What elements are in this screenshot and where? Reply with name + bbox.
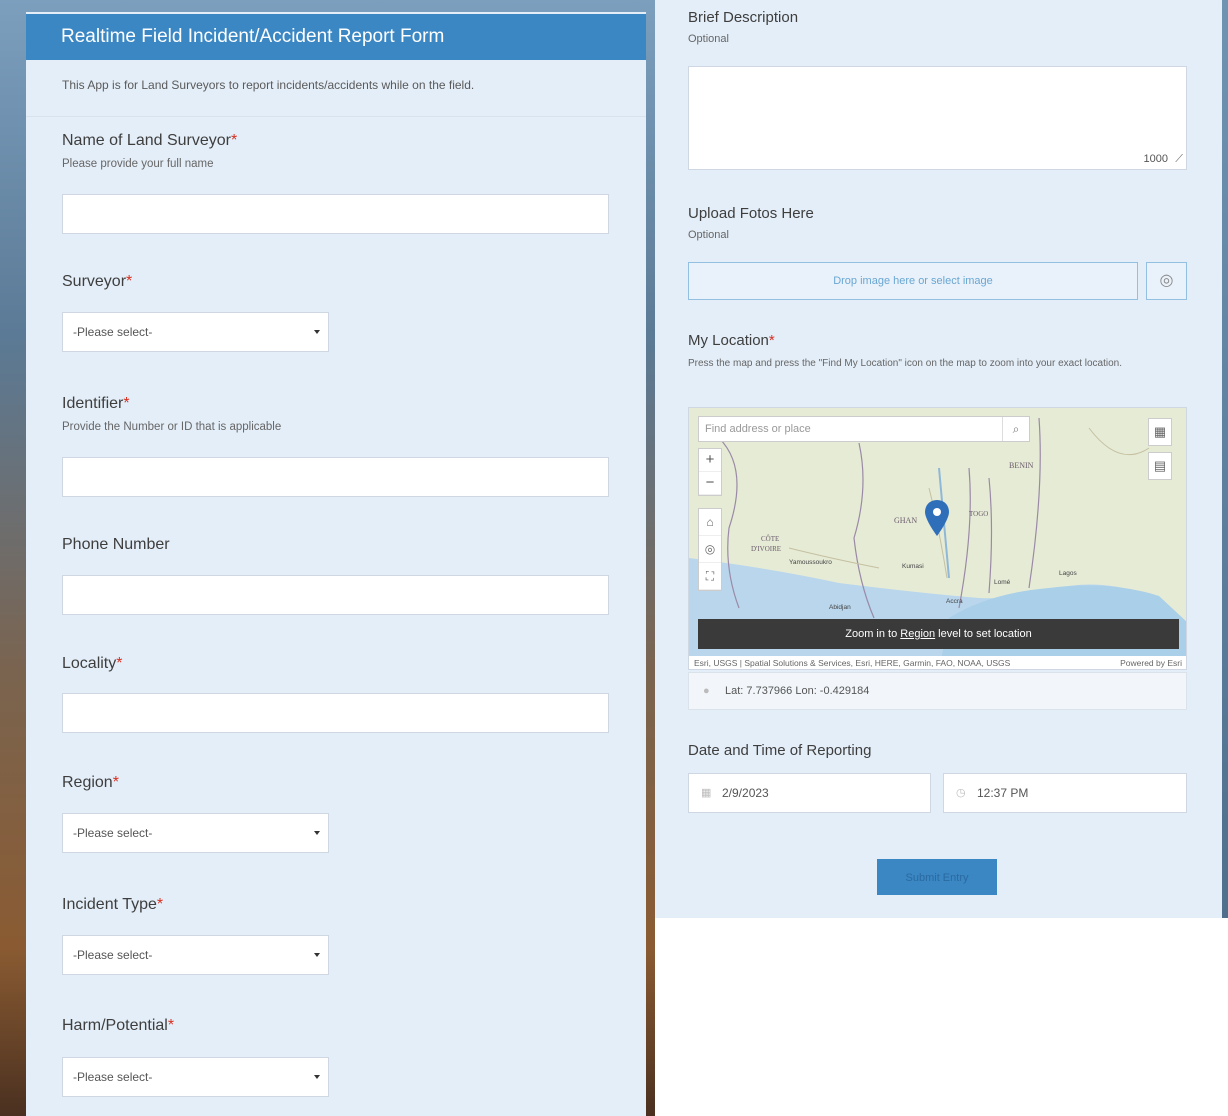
pin-icon: ●	[703, 685, 710, 697]
map-label-kumasi: Kumasi	[902, 563, 924, 570]
map-attribution: Esri, USGS | Spatial Solutions & Service…	[689, 656, 1186, 669]
map-label-cote: CÔTE	[761, 535, 779, 543]
incident-type-label: Incident Type*	[62, 896, 164, 913]
locality-input[interactable]	[62, 693, 609, 733]
map-label-ghana: GHAN	[894, 516, 917, 525]
phone-input[interactable]	[62, 575, 609, 615]
form-panel-right: Brief Description Optional 1000 ⟋ Upload…	[655, 0, 1222, 918]
map-label-accra: Accra	[946, 598, 963, 605]
zoom-in-button[interactable]: +	[699, 449, 721, 472]
form-description: This App is for Land Surveyors to report…	[62, 78, 475, 92]
identifier-label: Identifier*	[62, 395, 130, 412]
photos-hint: Optional	[688, 229, 729, 241]
coordinates-display: ● Lat: 7.737966 Lon: -0.429184	[688, 672, 1187, 710]
name-hint: Please provide your full name	[62, 158, 214, 170]
identifier-hint: Provide the Number or ID that is applica…	[62, 421, 282, 433]
attribution-text: Esri, USGS | Spatial Solutions & Service…	[694, 658, 1011, 668]
zoom-out-button[interactable]: −	[699, 472, 721, 495]
image-dropzone[interactable]: Drop image here or select image	[688, 262, 1138, 300]
map-label-lagos: Lagos	[1059, 570, 1077, 577]
surveyor-selected-value: -Please select-	[73, 325, 153, 339]
form-panel-left: Realtime Field Incident/Accident Report …	[26, 12, 646, 1116]
phone-label: Phone Number	[62, 536, 170, 553]
clock-icon: ◷	[956, 787, 966, 799]
surveyor-label: Surveyor*	[62, 273, 133, 290]
location-hint: Press the map and press the "Find My Loc…	[688, 358, 1122, 369]
map-label-yamoussoukro: Yamoussoukro	[789, 559, 832, 566]
form-title: Realtime Field Incident/Accident Report …	[26, 14, 646, 60]
character-counter: 1000	[1143, 153, 1168, 165]
basemap-gallery-icon[interactable]: ▦	[1148, 418, 1172, 446]
camera-icon: ◎	[1159, 272, 1174, 289]
region-label: Region*	[62, 774, 119, 791]
date-input[interactable]: ▦ 2/9/2023	[688, 773, 931, 813]
divider	[26, 116, 646, 117]
photos-label: Upload Fotos Here	[688, 205, 814, 222]
description-hint: Optional	[688, 33, 729, 45]
zoom-banner: Zoom in to Region level to set location	[698, 619, 1179, 649]
map-tools: ⌂ ◎ ⛶	[698, 508, 722, 591]
map-search-placeholder: Find address or place	[705, 423, 811, 435]
submit-button[interactable]: Submit Entry	[877, 859, 997, 895]
name-label: Name of Land Surveyor*	[62, 132, 238, 149]
region-select[interactable]: -Please select-	[62, 813, 329, 853]
datetime-label: Date and Time of Reporting	[688, 742, 872, 759]
camera-button[interactable]: ◎	[1146, 262, 1187, 300]
zoom-control: + −	[698, 448, 722, 496]
powered-by-esri[interactable]: Powered by Esri	[1120, 656, 1182, 669]
description-label: Brief Description	[688, 9, 799, 26]
date-value: 2/9/2023	[722, 786, 769, 800]
location-label: My Location*	[688, 332, 775, 349]
banner-text: Zoom in to	[845, 628, 901, 640]
resize-handle-icon[interactable]: ⟋	[1175, 153, 1183, 166]
harm-selected-value: -Please select-	[73, 1070, 153, 1084]
harm-label: Harm/Potential*	[62, 1017, 175, 1034]
map-label-lome: Lomé	[994, 579, 1011, 586]
chevron-down-icon	[314, 953, 320, 957]
banner-region-link[interactable]: Region	[900, 628, 935, 640]
incident-type-select[interactable]: -Please select-	[62, 935, 329, 975]
map-search-input[interactable]: Find address or place ⌕	[698, 416, 1030, 442]
locality-label: Locality*	[62, 655, 123, 672]
fullscreen-icon[interactable]: ⛶	[699, 563, 721, 590]
incident-type-selected-value: -Please select-	[73, 948, 153, 962]
map-right-tools: ▦ ▤	[1148, 418, 1172, 486]
chevron-down-icon	[314, 831, 320, 835]
locate-icon[interactable]: ◎	[699, 536, 721, 563]
identifier-input[interactable]	[62, 457, 609, 497]
search-icon[interactable]: ⌕	[1002, 417, 1029, 441]
location-map[interactable]: BENIN TOGO GHAN CÔTE D'IVOIRE Yamoussouk…	[688, 407, 1187, 670]
description-textarea[interactable]: 1000 ⟋	[688, 66, 1187, 170]
banner-text-end: level to set location	[935, 628, 1032, 640]
chevron-down-icon	[314, 330, 320, 334]
map-label-togo: TOGO	[969, 510, 988, 518]
time-value: 12:37 PM	[977, 786, 1029, 800]
surveyor-select[interactable]: -Please select-	[62, 312, 329, 352]
map-label-benin: BENIN	[1009, 461, 1034, 470]
calendar-icon: ▦	[701, 787, 712, 799]
chevron-down-icon	[314, 1075, 320, 1079]
map-label-divoire: D'IVOIRE	[751, 545, 781, 553]
harm-select[interactable]: -Please select-	[62, 1057, 329, 1097]
map-label-abidjan: Abidjan	[829, 604, 851, 611]
name-input[interactable]	[62, 194, 609, 234]
layers-icon[interactable]: ▤	[1148, 452, 1172, 480]
home-icon[interactable]: ⌂	[699, 509, 721, 536]
time-input[interactable]: ◷ 12:37 PM	[943, 773, 1187, 813]
coordinates-text: Lat: 7.737966 Lon: -0.429184	[725, 685, 870, 697]
region-selected-value: -Please select-	[73, 826, 153, 840]
